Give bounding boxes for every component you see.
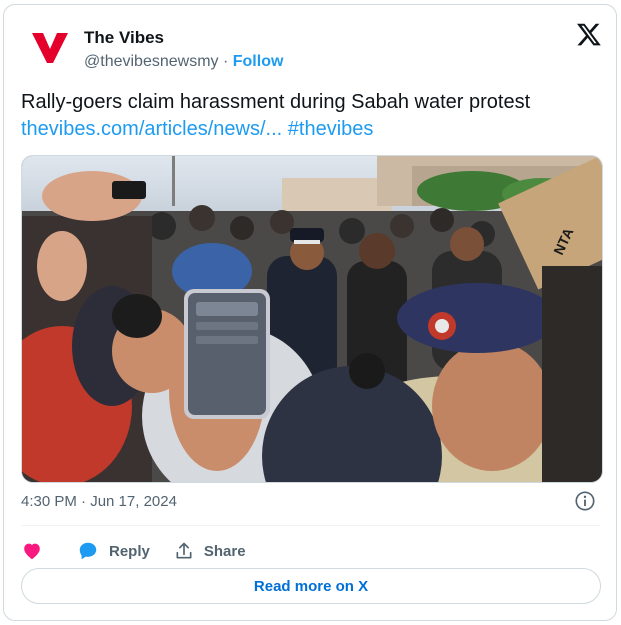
account-handle[interactable]: @thevibesnewsmy: [84, 53, 219, 70]
article-link[interactable]: thevibes.com/articles/news/...: [21, 118, 282, 140]
heart-icon: [24, 543, 40, 560]
divider: [21, 525, 600, 526]
the-vibes-logo[interactable]: [28, 25, 72, 69]
handle-row: @thevibesnewsmy · Follow: [84, 53, 283, 71]
tweet-card: The Vibes @thevibesnewsmy · Follow Rally…: [3, 4, 617, 621]
info-icon[interactable]: [574, 490, 596, 512]
comment-bubble-icon: [79, 542, 97, 560]
hashtag-link[interactable]: #thevibes: [288, 118, 374, 140]
tweet-actions: Reply Share: [21, 537, 270, 565]
x-logo-icon[interactable]: [576, 21, 602, 47]
reply-label: Reply: [109, 542, 150, 560]
tweet-body: Rally-goers claim harassment during Saba…: [21, 91, 531, 113]
separator-dot: ·: [222, 53, 229, 70]
tweet-text: Rally-goers claim harassment during Saba…: [21, 89, 611, 143]
reply-button[interactable]: Reply: [77, 540, 150, 562]
share-label: Share: [203, 542, 246, 560]
follow-button[interactable]: Follow: [233, 53, 284, 70]
read-more-button[interactable]: Read more on X: [21, 568, 601, 604]
account-name[interactable]: The Vibes: [84, 28, 164, 48]
tweet-photo[interactable]: NTA: [21, 155, 603, 483]
share-button[interactable]: Share: [174, 541, 246, 561]
like-button[interactable]: [21, 540, 53, 562]
tweet-timestamp[interactable]: 4:30 PM · Jun 17, 2024: [21, 493, 177, 510]
share-upload-icon: [176, 542, 192, 559]
